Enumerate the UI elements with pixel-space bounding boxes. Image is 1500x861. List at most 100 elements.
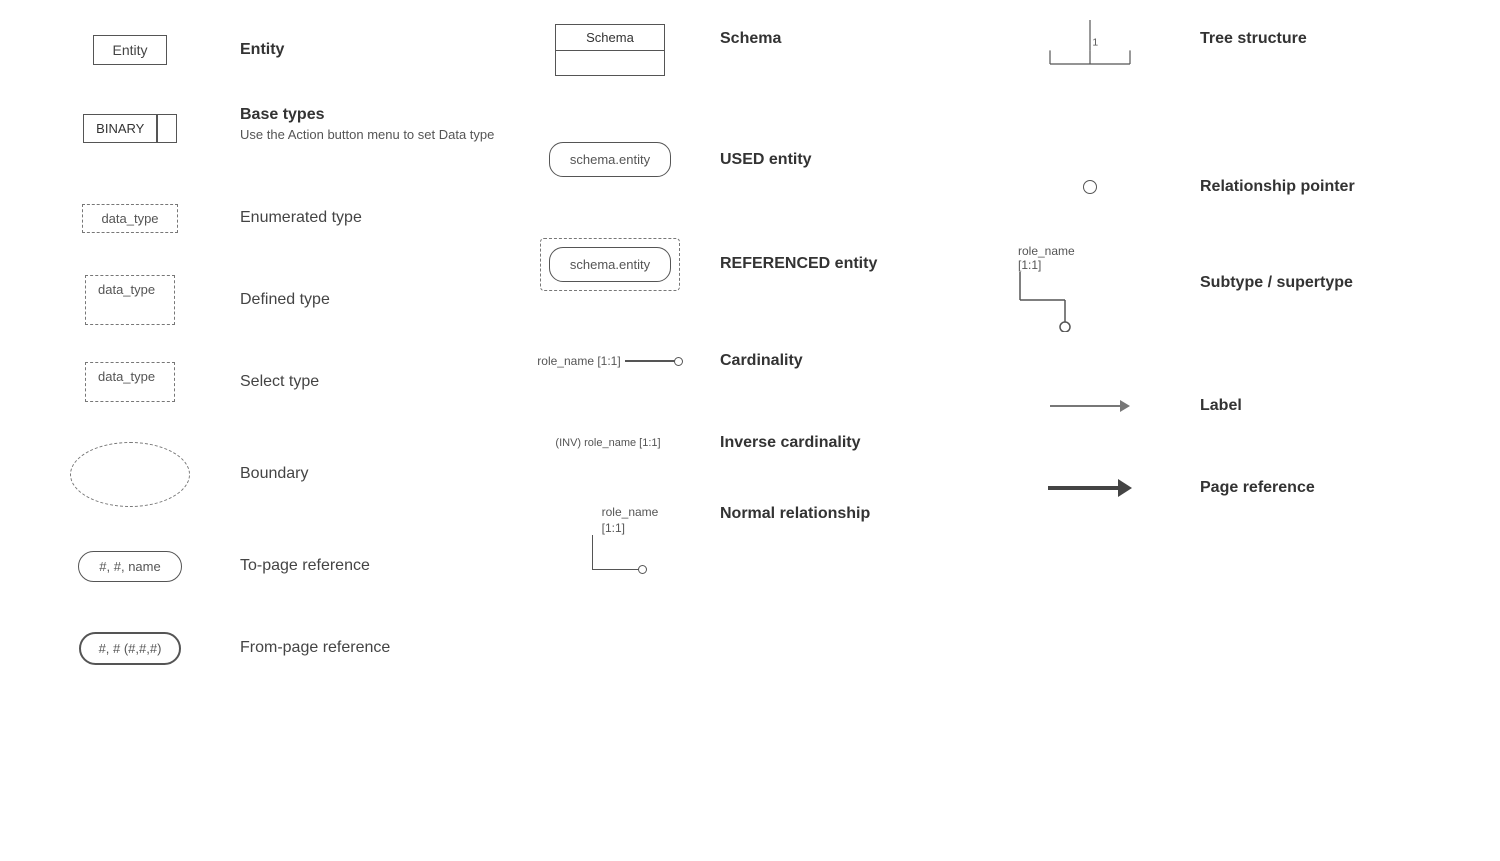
cardinality-line: role_name [1:1] — [537, 354, 682, 368]
symbol-entity: Entity — [30, 35, 230, 65]
symbol-tree: 1 — [990, 20, 1190, 100]
from-page-pill: #, # (#,#,#) — [79, 632, 182, 665]
label-inv-cardinality: Inverse cardinality — [710, 434, 990, 452]
symbol-to-page: #, #, name — [30, 551, 230, 582]
symbol-from-page: #, # (#,#,#) — [30, 632, 230, 665]
symbol-schema: Schema — [510, 20, 710, 76]
symbol-boundary — [30, 442, 230, 507]
to-page-label: To-page reference — [240, 557, 370, 574]
column-1: Entity Entity BINARY Base types Use the … — [30, 20, 510, 700]
defined-text: data_type — [98, 282, 155, 297]
symbol-subtype: role_name [1:1] — [990, 244, 1190, 332]
subtype-text-group: role_name [1:1] — [1010, 244, 1075, 272]
legend-row-boundary: Boundary — [30, 434, 510, 514]
label-ref-entity: REFERENCED entity — [710, 255, 990, 273]
subtype-card-text: [1:1] — [1018, 258, 1041, 272]
legend-row-entity: Entity Entity — [30, 20, 510, 80]
cardinality-circle — [674, 357, 683, 366]
entity-box: Entity — [93, 35, 166, 65]
symbol-enumerated: data_type — [30, 204, 230, 233]
symbol-defined: data_type — [30, 275, 230, 325]
legend-row-label-arrow: Label — [990, 376, 1470, 436]
legend-row-subtype: role_name [1:1] Subt — [990, 244, 1470, 354]
label-arrow-line — [1050, 405, 1120, 407]
schema-bottom-space — [556, 51, 664, 75]
entity-label: Entity — [240, 41, 284, 58]
symbol-label-arrow — [990, 400, 1190, 412]
used-entity-label: USED entity — [720, 151, 812, 168]
label-cardinality: Cardinality — [710, 352, 990, 370]
column-3: 1 Tree structure Rel — [990, 20, 1470, 700]
page-ref-label: Page reference — [1200, 479, 1315, 496]
enumerated-label: Enumerated type — [240, 209, 362, 226]
label-normal-rel: Normal relationship — [710, 505, 990, 523]
tree-label: Tree structure — [1200, 30, 1307, 47]
entity-box-text: Entity — [112, 42, 147, 58]
page-ref-arrow-line — [1048, 486, 1118, 490]
column-2: Schema Schema schema.entity USED entity — [510, 20, 990, 700]
boundary-label: Boundary — [240, 465, 309, 482]
cardinality-label: Cardinality — [720, 352, 803, 369]
label-to-page: To-page reference — [230, 557, 510, 575]
legend-row-tree: 1 Tree structure — [990, 20, 1470, 130]
schema-top-text: Schema — [556, 25, 664, 51]
legend-container: Entity Entity BINARY Base types Use the … — [0, 0, 1500, 720]
label-boundary: Boundary — [230, 465, 510, 483]
symbol-cardinality: role_name [1:1] — [510, 354, 710, 368]
subtype-symbol: role_name [1:1] — [1010, 244, 1090, 332]
symbol-ref-entity: schema.entity — [510, 238, 710, 291]
label-rel-pointer: Relationship pointer — [1190, 178, 1470, 196]
label-arrow-label: Label — [1200, 397, 1242, 414]
base-types-sublabel: Use the Action button menu to set Data t… — [240, 127, 510, 142]
used-entity-text: schema.entity — [570, 152, 650, 167]
subtype-role-text: role_name — [1018, 244, 1075, 258]
boundary-ellipse — [70, 442, 190, 507]
cardinality-text: role_name [1:1] — [537, 354, 620, 368]
label-base-types: Base types Use the Action button menu to… — [230, 106, 510, 142]
ref-entity-text: schema.entity — [570, 257, 650, 272]
inv-cardinality-line: (INV) role_name [1:1] — [555, 437, 664, 449]
defined-box: data_type — [85, 275, 175, 325]
enumerated-text: data_type — [101, 211, 158, 226]
legend-row-rel-pointer: Relationship pointer — [990, 152, 1470, 222]
label-arrow-symbol — [1050, 400, 1130, 412]
to-page-pill: #, #, name — [78, 551, 181, 582]
defined-label: Defined type — [240, 291, 330, 308]
select-box: data_type — [85, 362, 175, 402]
rel-pointer-circle — [1083, 180, 1097, 194]
legend-row-ref-entity: schema.entity REFERENCED entity — [510, 219, 990, 309]
legend-row-schema: Schema Schema — [510, 20, 990, 100]
used-entity-box: schema.entity — [549, 142, 671, 177]
ref-entity-label: REFERENCED entity — [720, 255, 877, 272]
cardinality-line-h — [625, 360, 675, 362]
legend-row-to-page: #, #, name To-page reference — [30, 536, 510, 596]
page-ref-arrow-head — [1118, 479, 1132, 497]
label-used-entity: USED entity — [710, 151, 990, 169]
legend-row-from-page: #, # (#,#,#) From-page reference — [30, 618, 510, 678]
select-text: data_type — [98, 369, 155, 384]
base-type-text: BINARY — [84, 115, 156, 142]
label-subtype: Subtype / supertype — [1190, 244, 1470, 292]
normal-rel-corner — [592, 535, 642, 570]
schema-label: Schema — [720, 30, 781, 47]
symbol-used-entity: schema.entity — [510, 142, 710, 177]
inv-cardinality-text: (INV) role_name [1:1] — [555, 437, 660, 449]
schema-box: Schema — [555, 24, 665, 76]
normal-rel-circle — [638, 565, 647, 574]
legend-row-inv-cardinality: (INV) role_name [1:1] Inverse cardinalit… — [510, 413, 990, 473]
symbol-rel-pointer — [990, 180, 1190, 194]
base-types-label: Base types — [240, 106, 510, 124]
label-entity: Entity — [230, 41, 510, 59]
from-page-text: #, # (#,#,#) — [99, 641, 162, 656]
label-label-arrow: Label — [1190, 397, 1470, 415]
legend-row-select: data_type Select type — [30, 352, 510, 412]
svg-text:1: 1 — [1092, 38, 1098, 49]
normal-rel-card: [1:1] — [602, 521, 625, 535]
normal-rel-role: role_name — [602, 505, 659, 519]
label-schema: Schema — [710, 20, 990, 48]
to-page-text: #, #, name — [99, 559, 160, 574]
symbol-inv-cardinality: (INV) role_name [1:1] — [510, 437, 710, 449]
legend-row-cardinality: role_name [1:1] Cardinality — [510, 331, 990, 391]
legend-row-defined: data_type Defined type — [30, 270, 510, 330]
tree-svg: 1 — [1010, 20, 1170, 100]
